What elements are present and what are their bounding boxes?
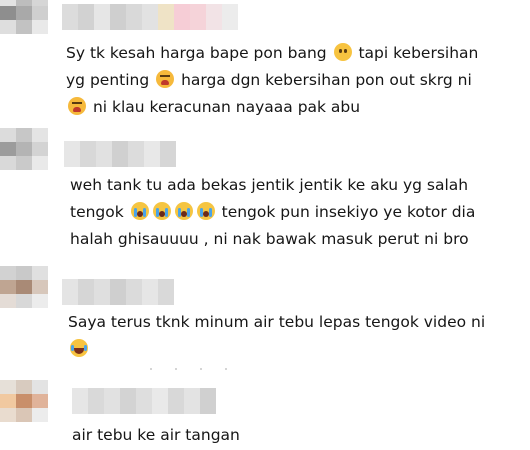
username-blurred[interactable] [64,141,176,167]
avatar[interactable] [0,266,48,308]
avatar[interactable] [0,0,48,34]
username-blurred[interactable] [72,388,216,414]
loudly-crying-face-icon [174,202,193,220]
loudly-crying-face-icon [196,202,215,220]
comment-line: yg penting [66,71,150,89]
tired-face-icon [156,70,175,88]
comment-text: air tebu ke air tangan [72,422,240,449]
tired-face-icon [68,97,86,115]
avatar[interactable] [0,380,48,422]
comment-text: Saya terus tknk minum air tebu lepas ten… [68,309,485,363]
comment-line: harga dgn kebersihan pon out skrg ni [181,71,472,89]
loudly-crying-face-icon [130,202,149,220]
comment-text: Sy tk kesah harga bape pon bang tapi keb… [66,40,478,121]
comment-line: Saya terus tknk minum air tebu lepas ten… [68,313,486,331]
more-indicator-dots [0,368,530,370]
worried-face-icon [333,43,352,61]
comment-line: air tebu ke air tangan [72,426,240,444]
comment-line: ni klau keracunan nayaaa pak abu [92,98,361,116]
comment-line: tapi kebersihan [358,44,479,62]
comment-text: weh tank tu ada bekas jentik jentik ke a… [70,172,475,253]
comment-line: Sy tk kesah harga bape pon bang [66,44,327,62]
username-blurred[interactable] [62,279,174,305]
comment-line: tengok pun insekiyo ye kotor dia [221,203,476,221]
username-blurred[interactable] [62,4,238,30]
laughing-tears-icon [70,339,88,357]
avatar[interactable] [0,128,48,170]
comment-line: halah ghisauuuu , ni nak bawak masuk per… [70,230,469,248]
comment-line: weh tank tu ada bekas jentik jentik ke a… [70,176,469,194]
comment-line: tengok [70,203,124,221]
loudly-crying-face-icon [152,202,171,220]
